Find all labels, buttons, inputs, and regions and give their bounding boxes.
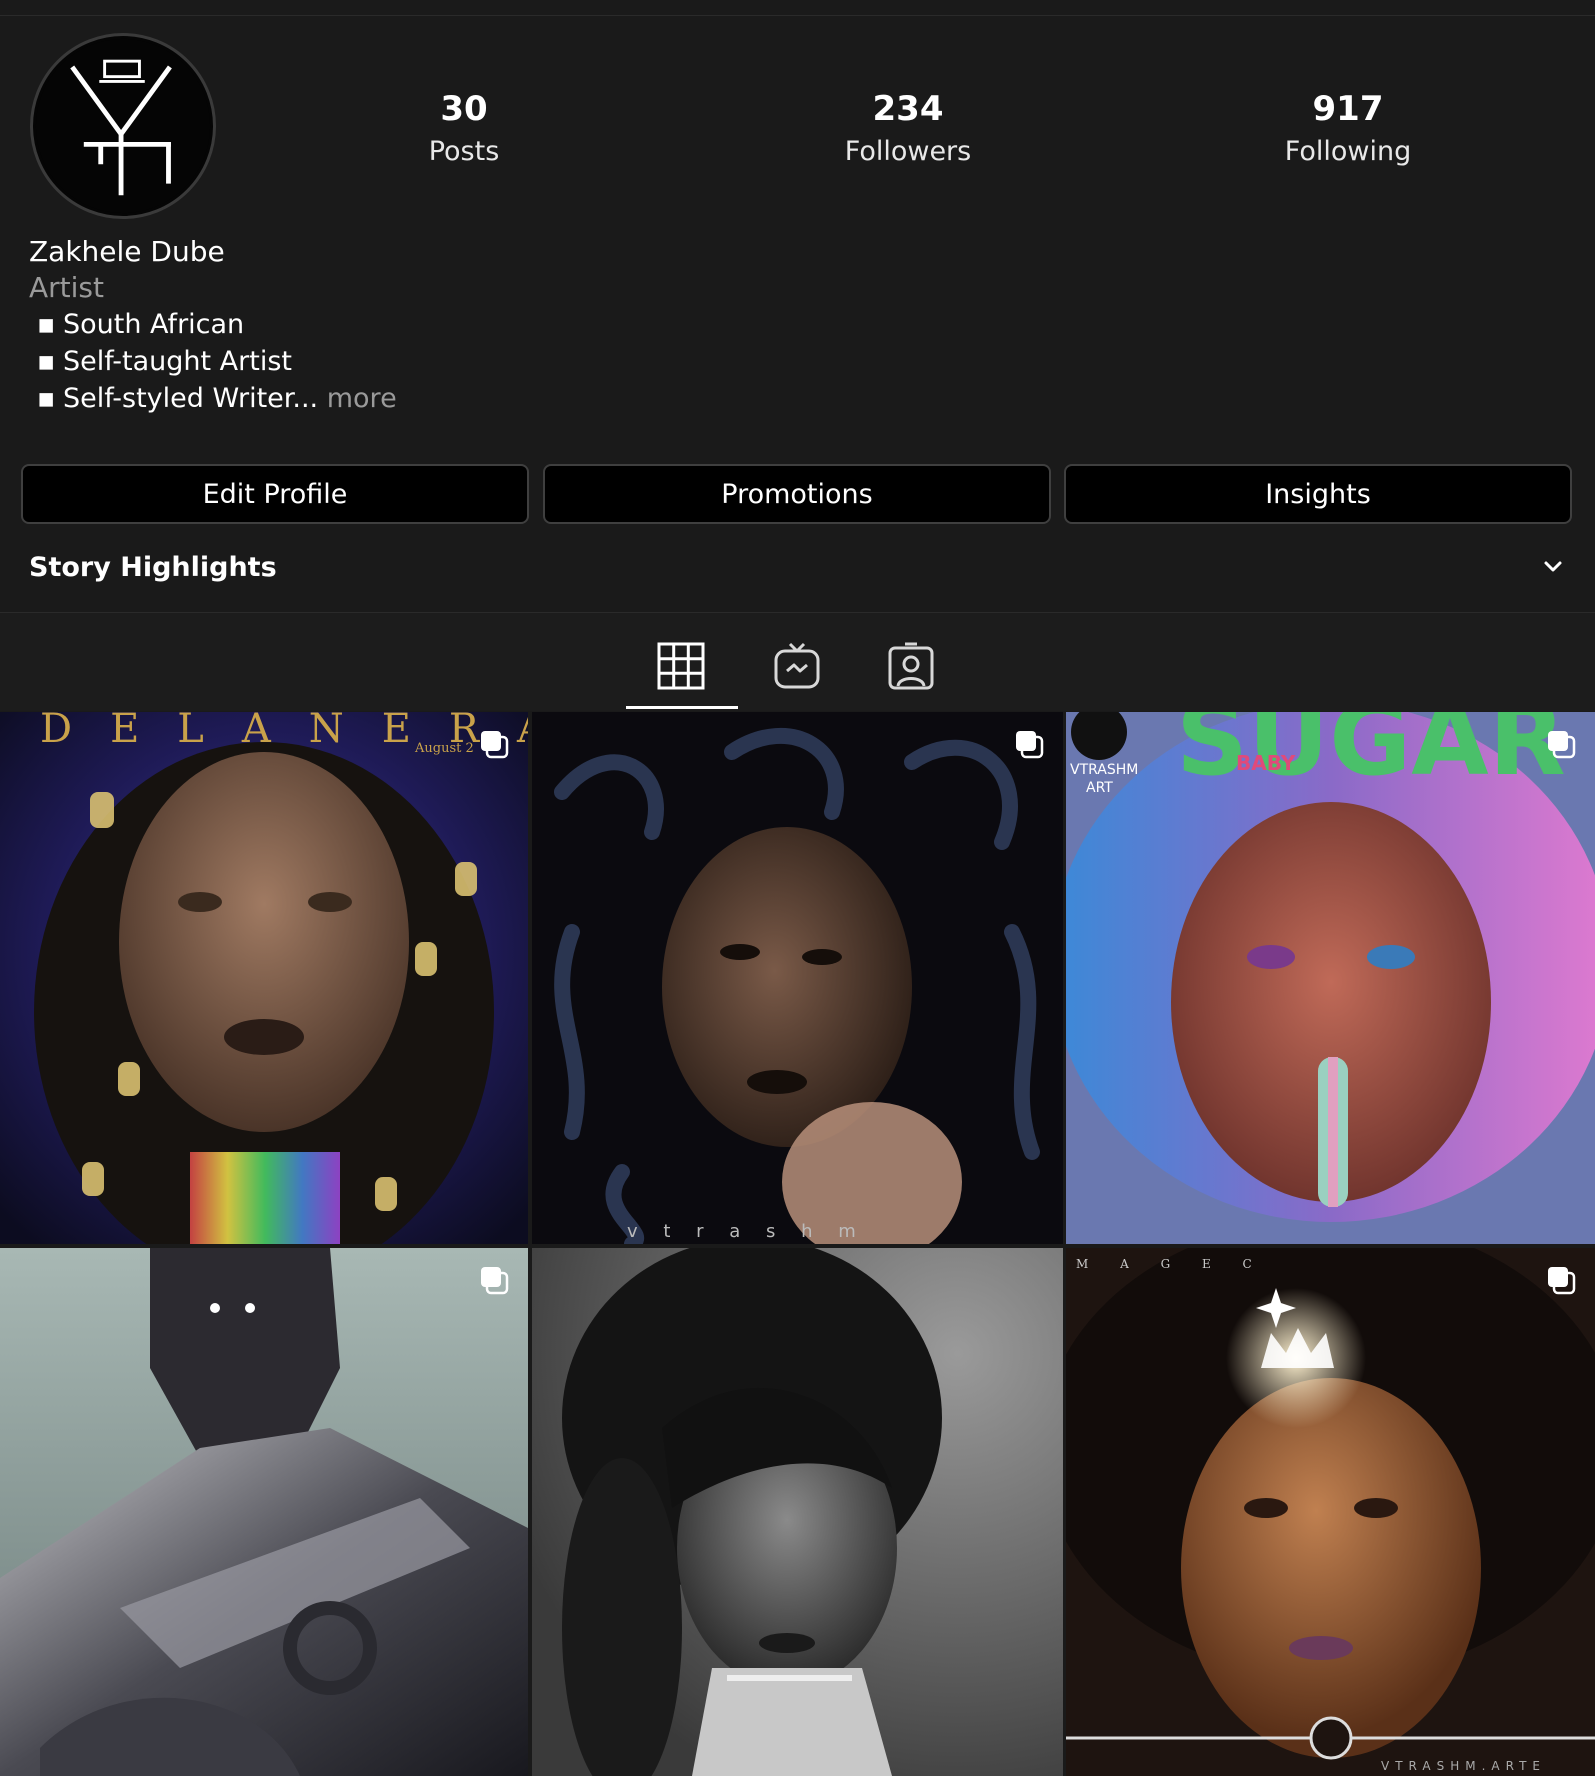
following-count: 917 [1312, 89, 1384, 129]
posts-label: Posts [428, 136, 500, 167]
posts-count: 30 [440, 89, 488, 129]
edit-profile-button[interactable]: Edit Profile [21, 464, 529, 524]
svg-text:VTRASHM.ARTE: VTRASHM.ARTE [1381, 1759, 1546, 1773]
tab-tagged[interactable] [856, 631, 966, 711]
post-tile[interactable]: SUGAR BABY VTRASHM ART [1066, 712, 1595, 1244]
post-tile[interactable]: v t r a s h m [532, 712, 1063, 1244]
followers-label: Followers [844, 136, 972, 167]
post-image: M A G E C VTRASHM.ARTE [1066, 1248, 1595, 1776]
bio-line: ▪ South African [37, 306, 397, 343]
profile-name: Zakhele Dube [29, 235, 225, 268]
tagged-person-icon [888, 642, 934, 690]
stat-posts[interactable]: 30 Posts [354, 84, 574, 170]
igtv-icon [774, 642, 820, 689]
tab-grid[interactable] [626, 631, 736, 711]
post-tile[interactable] [532, 1248, 1063, 1776]
bio-more-link[interactable]: more [318, 383, 397, 414]
bio-text: South African [63, 309, 245, 340]
post-image: SUGAR BABY VTRASHM ART [1066, 712, 1595, 1244]
grid-icon [657, 642, 705, 690]
multiple-posts-icon [481, 731, 509, 759]
bio-line: ▪ Self-taught Artist [37, 343, 397, 380]
bullet-icon: ▪ [37, 383, 56, 414]
post-image: v t r a s h m [532, 712, 1063, 1244]
insights-button[interactable]: Insights [1064, 464, 1572, 524]
stat-followers[interactable]: 234 Followers [798, 84, 1018, 170]
bullet-icon: ▪ [37, 346, 56, 377]
post-image [0, 1248, 528, 1776]
bio-line: ▪ Self-styled Writer... more [37, 380, 397, 417]
bullet-icon: ▪ [37, 309, 56, 340]
active-tab-indicator [626, 706, 738, 709]
profile-bio: ▪ South African ▪ Self-taught Artist ▪ Self… [37, 306, 397, 417]
post-image: DELANERA August 2 [0, 712, 528, 1244]
post-image [532, 1248, 1063, 1776]
multiple-posts-icon [1548, 1267, 1576, 1295]
svg-text:VTRASHM: VTRASHM [1070, 762, 1138, 778]
followers-count: 234 [872, 89, 944, 129]
story-highlights-title[interactable]: Story Highlights [29, 548, 277, 588]
bio-text: Self-styled Writer... [63, 383, 319, 414]
multiple-posts-icon [481, 1267, 509, 1295]
stat-following[interactable]: 917 Following [1238, 84, 1458, 170]
profile-category: Artist [29, 271, 104, 304]
chevron-down-icon[interactable] [1541, 555, 1565, 579]
post-overlay-title: SUGAR [1176, 712, 1566, 798]
posts-grid: DELANERA August 2 [0, 712, 1595, 1776]
following-label: Following [1284, 136, 1412, 167]
top-divider [0, 15, 1595, 16]
svg-text:BABY: BABY [1236, 751, 1296, 775]
profile-tab-bar [0, 613, 1595, 711]
post-tile[interactable]: M A G E C VTRASHM.ARTE [1066, 1248, 1595, 1776]
promotions-button[interactable]: Promotions [543, 464, 1051, 524]
tab-igtv[interactable] [742, 631, 852, 711]
svg-text:ART: ART [1086, 780, 1113, 796]
multiple-posts-icon [1016, 731, 1044, 759]
svg-text:August 2: August 2 [414, 741, 474, 756]
vtrashm-logo-icon [35, 38, 211, 214]
post-watermark: v t r a s h m [627, 1221, 866, 1242]
profile-avatar[interactable] [30, 33, 216, 219]
multiple-posts-icon [1548, 731, 1576, 759]
bio-text: Self-taught Artist [63, 346, 292, 377]
post-overlay-title: M A G E C [1076, 1257, 1266, 1271]
post-tile[interactable] [0, 1248, 528, 1776]
post-tile[interactable]: DELANERA August 2 [0, 712, 528, 1244]
